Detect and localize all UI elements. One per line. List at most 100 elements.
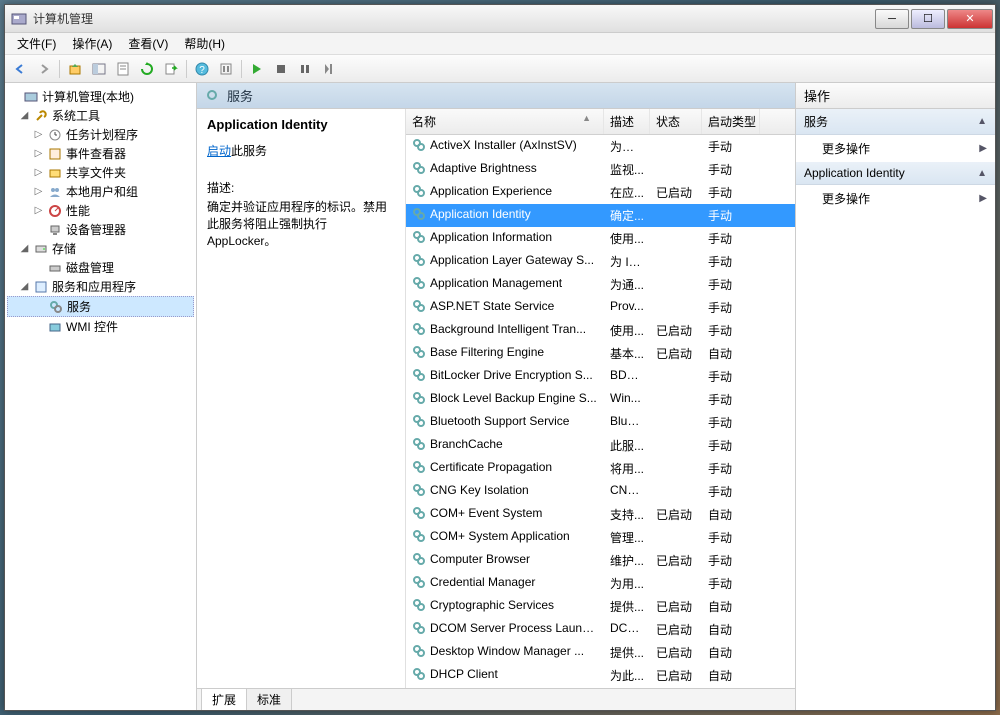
forward-button[interactable] bbox=[33, 58, 55, 80]
tree-event-viewer[interactable]: ▷事件查看器 bbox=[7, 144, 194, 163]
menu-help[interactable]: 帮助(H) bbox=[176, 33, 233, 54]
column-status[interactable]: 状态 bbox=[650, 109, 702, 134]
service-icon bbox=[412, 437, 428, 453]
service-row[interactable]: Certificate Propagation将用...手动 bbox=[406, 457, 795, 480]
properties-button[interactable] bbox=[112, 58, 134, 80]
wmi-icon bbox=[47, 319, 63, 335]
tree-device-manager[interactable]: 设备管理器 bbox=[7, 220, 194, 239]
action-more-services[interactable]: 更多操作▶ bbox=[796, 135, 995, 162]
export-button[interactable] bbox=[160, 58, 182, 80]
service-row[interactable]: Base Filtering Engine基本...已启动自动 bbox=[406, 342, 795, 365]
show-hide-tree-button[interactable] bbox=[88, 58, 110, 80]
description-text: 确定并验证应用程序的标识。禁用此服务将阻止强制执行 AppLocker。 bbox=[207, 198, 395, 249]
action-group-services[interactable]: 服务▲ bbox=[796, 109, 995, 135]
tree-pane[interactable]: 计算机管理(本地) ◢系统工具 ▷任务计划程序 ▷事件查看器 ▷共享文件夹 ▷本… bbox=[5, 83, 197, 710]
service-row[interactable]: CNG Key IsolationCNG...手动 bbox=[406, 480, 795, 503]
service-row[interactable]: Background Intelligent Tran...使用...已启动手动 bbox=[406, 319, 795, 342]
disk-icon bbox=[47, 260, 63, 276]
list-body[interactable]: ActiveX Installer (AxInstSV)为从 ...手动Adap… bbox=[406, 135, 795, 688]
view-tabs: 扩展 标准 bbox=[197, 688, 795, 710]
service-icon bbox=[412, 644, 428, 660]
service-row[interactable]: Application Identity确定...手动 bbox=[406, 204, 795, 227]
start-service-button[interactable] bbox=[246, 58, 268, 80]
minimize-button[interactable]: ─ bbox=[875, 9, 909, 29]
up-button[interactable] bbox=[64, 58, 86, 80]
service-row[interactable]: ASP.NET State ServiceProv...手动 bbox=[406, 296, 795, 319]
services-list: 名称▲ 描述 状态 启动类型 ActiveX Installer (AxInst… bbox=[405, 109, 795, 688]
menubar: 文件(F) 操作(A) 查看(V) 帮助(H) bbox=[5, 33, 995, 55]
titlebar[interactable]: 计算机管理 ─ ☐ ✕ bbox=[5, 5, 995, 33]
service-row[interactable]: Application Information使用...手动 bbox=[406, 227, 795, 250]
close-button[interactable]: ✕ bbox=[947, 9, 993, 29]
tools-icon bbox=[33, 108, 49, 124]
toolbar: ? bbox=[5, 55, 995, 83]
toolbar-btn-9[interactable] bbox=[215, 58, 237, 80]
perf-icon bbox=[47, 203, 63, 219]
event-icon bbox=[47, 146, 63, 162]
tab-extended[interactable]: 扩展 bbox=[201, 689, 247, 710]
device-icon bbox=[47, 222, 63, 238]
services-icon bbox=[48, 299, 64, 315]
tree-disk-management[interactable]: 磁盘管理 bbox=[7, 258, 194, 277]
services-apps-icon bbox=[33, 279, 49, 295]
service-row[interactable]: COM+ System Application管理...手动 bbox=[406, 526, 795, 549]
service-row[interactable]: DHCP Client为此...已启动自动 bbox=[406, 664, 795, 687]
service-icon bbox=[412, 506, 428, 522]
service-row[interactable]: COM+ Event System支持...已启动自动 bbox=[406, 503, 795, 526]
service-row[interactable]: Application Experience在应...已启动手动 bbox=[406, 181, 795, 204]
service-row[interactable]: Application Management为通...手动 bbox=[406, 273, 795, 296]
service-icon bbox=[412, 483, 428, 499]
back-button[interactable] bbox=[9, 58, 31, 80]
tree-services[interactable]: 服务 bbox=[7, 296, 194, 317]
help-button[interactable]: ? bbox=[191, 58, 213, 80]
tree-task-scheduler[interactable]: ▷任务计划程序 bbox=[7, 125, 194, 144]
maximize-button[interactable]: ☐ bbox=[911, 9, 945, 29]
menu-file[interactable]: 文件(F) bbox=[9, 33, 64, 54]
tree-shared-folders[interactable]: ▷共享文件夹 bbox=[7, 163, 194, 182]
tree-performance[interactable]: ▷性能 bbox=[7, 201, 194, 220]
tree-wmi[interactable]: WMI 控件 bbox=[7, 317, 194, 336]
tree-services-apps[interactable]: ◢服务和应用程序 bbox=[7, 277, 194, 296]
service-row[interactable]: Computer Browser维护...已启动手动 bbox=[406, 549, 795, 572]
center-header: 服务 bbox=[197, 83, 795, 109]
service-row[interactable]: Desktop Window Manager ...提供...已启动自动 bbox=[406, 641, 795, 664]
service-icon bbox=[412, 322, 428, 338]
service-row[interactable]: Bluetooth Support ServiceBlue...手动 bbox=[406, 411, 795, 434]
window-title: 计算机管理 bbox=[33, 10, 873, 27]
start-service-link[interactable]: 启动 bbox=[207, 144, 231, 158]
service-icon bbox=[412, 414, 428, 430]
list-header: 名称▲ 描述 状态 启动类型 bbox=[406, 109, 795, 135]
restart-service-button[interactable] bbox=[318, 58, 340, 80]
service-icon bbox=[412, 529, 428, 545]
tree-storage[interactable]: ◢存储 bbox=[7, 239, 194, 258]
service-row[interactable]: BranchCache此服...手动 bbox=[406, 434, 795, 457]
center-title: 服务 bbox=[227, 86, 253, 105]
service-row[interactable]: DCOM Server Process Launc...DCO...已启动自动 bbox=[406, 618, 795, 641]
service-icon bbox=[412, 552, 428, 568]
tree-system-tools[interactable]: ◢系统工具 bbox=[7, 106, 194, 125]
service-row[interactable]: Credential Manager为用...手动 bbox=[406, 572, 795, 595]
column-name[interactable]: 名称▲ bbox=[406, 109, 604, 134]
service-row[interactable]: Adaptive Brightness监视...手动 bbox=[406, 158, 795, 181]
refresh-button[interactable] bbox=[136, 58, 158, 80]
tree-local-users[interactable]: ▷本地用户和组 bbox=[7, 182, 194, 201]
column-startup[interactable]: 启动类型 bbox=[702, 109, 760, 134]
pause-service-button[interactable] bbox=[294, 58, 316, 80]
gear-icon bbox=[205, 88, 221, 104]
column-description[interactable]: 描述 bbox=[604, 109, 650, 134]
action-group-selected[interactable]: Application Identity▲ bbox=[796, 162, 995, 185]
service-icon bbox=[412, 667, 428, 683]
stop-service-button[interactable] bbox=[270, 58, 292, 80]
service-row[interactable]: Block Level Backup Engine S...Win...手动 bbox=[406, 388, 795, 411]
tree-root[interactable]: 计算机管理(本地) bbox=[7, 87, 194, 106]
service-row[interactable]: BitLocker Drive Encryption S...BDE...手动 bbox=[406, 365, 795, 388]
service-icon bbox=[412, 575, 428, 591]
action-pane: 操作 服务▲ 更多操作▶ Application Identity▲ 更多操作▶ bbox=[795, 83, 995, 710]
menu-view[interactable]: 查看(V) bbox=[120, 33, 176, 54]
action-more-selected[interactable]: 更多操作▶ bbox=[796, 185, 995, 212]
menu-action[interactable]: 操作(A) bbox=[64, 33, 120, 54]
tab-standard[interactable]: 标准 bbox=[246, 689, 292, 710]
service-row[interactable]: Cryptographic Services提供...已启动自动 bbox=[406, 595, 795, 618]
service-row[interactable]: Application Layer Gateway S...为 In...手动 bbox=[406, 250, 795, 273]
service-row[interactable]: ActiveX Installer (AxInstSV)为从 ...手动 bbox=[406, 135, 795, 158]
